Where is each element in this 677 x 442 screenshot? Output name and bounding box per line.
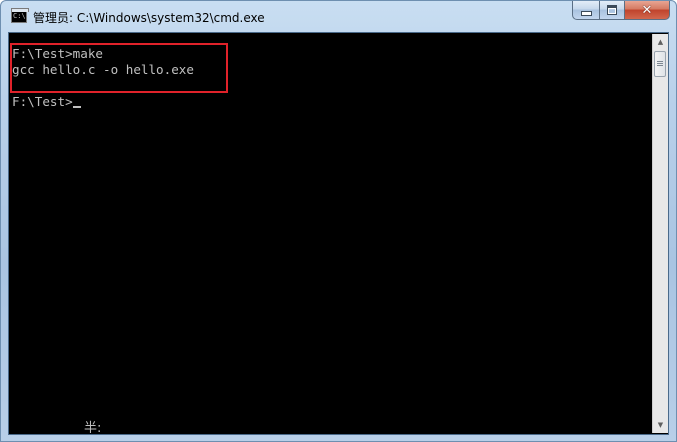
maximize-icon — [607, 5, 617, 15]
scroll-thumb[interactable] — [654, 51, 666, 77]
console-client-area: F:\Test>make gcc hello.c -o hello.exe F:… — [8, 32, 669, 435]
minimize-button[interactable] — [572, 1, 599, 20]
close-icon: ✕ — [641, 2, 653, 18]
maximize-button[interactable] — [599, 1, 625, 20]
arrow-down-icon: ▼ — [657, 421, 664, 429]
console-output[interactable]: F:\Test>make gcc hello.c -o hello.exe F:… — [10, 34, 652, 433]
thumb-grip-line — [657, 61, 663, 62]
minimize-icon — [580, 10, 592, 16]
cmd-icon-label: C:\ — [13, 12, 26, 20]
cmd-window: C:\ 管理员: C:\Windows\system32\cmd.exe ✕ F… — [0, 0, 677, 442]
red-highlight-box — [10, 43, 228, 93]
cmd-icon[interactable]: C:\ — [11, 8, 29, 23]
console-prompt: F:\Test> — [12, 94, 73, 109]
close-button[interactable]: ✕ — [625, 1, 670, 20]
arrow-up-icon: ▲ — [657, 38, 664, 46]
thumb-grip-line — [657, 63, 663, 64]
vertical-scrollbar[interactable]: ▲ ▼ — [652, 34, 668, 433]
window-title: 管理员: C:\Windows\system32\cmd.exe — [33, 11, 265, 25]
ime-status-indicator: 半: — [84, 421, 102, 433]
title-bar[interactable]: C:\ 管理员: C:\Windows\system32\cmd.exe ✕ — [1, 1, 676, 33]
text-cursor — [72, 106, 81, 108]
thumb-grip-line — [657, 65, 663, 66]
console-prompt-line: F:\Test> — [12, 94, 81, 110]
caption-buttons: ✕ — [572, 1, 670, 21]
scroll-down-button[interactable]: ▼ — [653, 417, 668, 433]
scroll-up-button[interactable]: ▲ — [653, 34, 668, 50]
